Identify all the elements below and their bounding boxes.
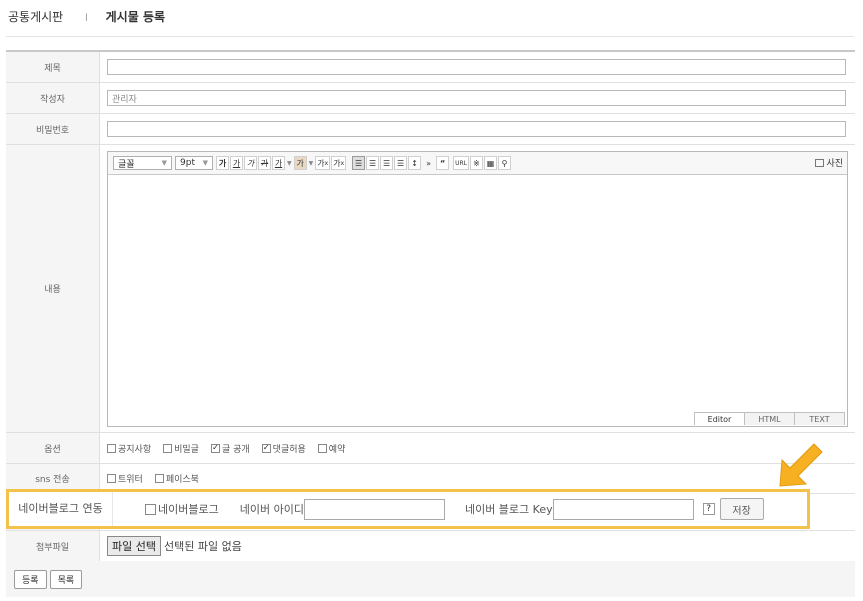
font-family-select[interactable]: 글꼴 ▼ [113, 156, 172, 170]
font-size-value: 9pt [180, 158, 195, 168]
options-row: 옵션 공지사항 비밀글 ✓ 글 공개 ✓ 댓글허용 예약 [6, 433, 855, 464]
chevron-down-icon[interactable]: ▼ [286, 156, 293, 170]
align-right-icon[interactable]: ☰ [380, 156, 394, 170]
breadcrumb-section[interactable]: 공통게시판 [8, 10, 63, 24]
author-label: 작성자 [6, 83, 100, 113]
checkbox-checked[interactable]: ✓ [210, 443, 220, 453]
checkbox[interactable] [107, 474, 116, 483]
pointer-arrow-icon [779, 443, 823, 487]
attachment-label: 첨부파일 [6, 531, 100, 561]
submit-button[interactable]: 등록 [14, 569, 47, 589]
option-secret[interactable]: 비밀글 [163, 442, 199, 455]
bold-button[interactable]: 가 [216, 156, 229, 170]
quote-icon[interactable]: “ [436, 156, 450, 170]
search-icon[interactable]: ⚲ [498, 156, 512, 170]
post-form: 제목 작성자 비밀번호 내용 글꼴 ▼ 9pt ▼ 가 가 가 가 가 ▼ 가 [6, 50, 855, 562]
sns-facebook[interactable]: 페이스북 [154, 472, 199, 485]
title-input[interactable] [107, 59, 846, 75]
rich-text-editor: 글꼴▼ 9pt▼ 가 가 가 가 가 ▼ 가 ▼ 가x 가x ☰ ☰ ☰ ☰ [107, 151, 848, 427]
naver-blog-label: 네이버블로그 연동 [9, 492, 113, 526]
checkbox[interactable] [163, 443, 173, 453]
attachment-row: 첨부파일 파일 선택 선택된 파일 없음 [6, 531, 855, 562]
table-icon[interactable]: ▦ [484, 156, 498, 170]
option-comments[interactable]: ✓ 댓글허용 [261, 442, 306, 455]
options-label: 옵션 [6, 433, 100, 463]
italic-button[interactable]: 가 [244, 156, 257, 170]
option-public[interactable]: ✓ 글 공개 [210, 442, 250, 455]
action-bar: 등록 목록 [6, 561, 855, 597]
more-options-icon[interactable]: » [422, 156, 435, 170]
option-notice[interactable]: 공지사항 [107, 442, 151, 455]
option-label: 글 공개 [221, 444, 250, 455]
tab-text[interactable]: TEXT [794, 412, 845, 425]
checkbox[interactable] [154, 474, 164, 483]
align-justify-icon[interactable]: ☰ [394, 156, 408, 170]
option-schedule[interactable]: 예약 [317, 442, 346, 455]
password-input[interactable] [107, 121, 846, 137]
font-family-value: 글꼴 [118, 159, 135, 170]
font-size-select[interactable]: 9pt ▼ [175, 156, 213, 170]
naver-key-label: 네이버 블로그 Key [464, 503, 553, 516]
save-button[interactable]: 저장 [719, 498, 764, 520]
subscript-mark: x [340, 159, 345, 167]
superscript-button[interactable]: 가x [315, 156, 331, 170]
underline-button[interactable]: 가 [230, 156, 243, 170]
breadcrumb-separator: l [85, 13, 88, 24]
strikethrough-button[interactable]: 가 [258, 156, 271, 170]
line-height-icon[interactable]: ↕ [408, 156, 422, 170]
author-row: 작성자 [6, 83, 855, 114]
align-center-icon[interactable]: ☰ [366, 156, 380, 170]
content-row: 내용 글꼴 ▼ 9pt ▼ 가 가 가 가 가 ▼ 가 ▼ 가x 가x ☰ ☰ … [6, 145, 855, 433]
password-row: 비밀번호 [6, 114, 855, 145]
option-label: 비밀글 [174, 444, 199, 455]
naver-id-input[interactable] [303, 498, 445, 520]
link-icon[interactable]: URL [453, 156, 470, 170]
title-row: 제목 [6, 52, 855, 83]
subscript-button[interactable]: 가x [331, 156, 347, 170]
sns-option-label: 페이스북 [165, 475, 199, 485]
editor-toolbar: 글꼴▼ 9pt▼ 가 가 가 가 가 ▼ 가 ▼ 가x 가x ☰ ☰ ☰ ☰ [108, 152, 847, 175]
naver-key-input[interactable] [552, 498, 694, 520]
photo-label: 사진 [826, 159, 843, 169]
insert-photo-button[interactable]: 사진 [815, 156, 843, 169]
naver-id-label: 네이버 아이디 [239, 503, 304, 516]
highlight-color-button[interactable]: 가 [293, 156, 307, 170]
title-label: 제목 [6, 52, 100, 82]
file-select-button[interactable]: 파일 선택 [107, 536, 161, 556]
help-icon[interactable]: ? [702, 503, 715, 515]
special-character-icon[interactable]: ※ [470, 156, 484, 170]
breadcrumb: 공통게시판 l 게시물 등록 [8, 8, 165, 25]
sns-option-label: 트위터 [118, 475, 143, 485]
superscript-mark: x [324, 159, 329, 167]
align-left-icon[interactable]: ☰ [352, 156, 366, 170]
naver-blog-checkbox[interactable]: 네이버블로그 [145, 501, 219, 517]
tab-editor[interactable]: Editor [694, 412, 745, 425]
checkbox[interactable] [145, 503, 156, 515]
file-status: 선택된 파일 없음 [163, 540, 242, 553]
font-color-button[interactable]: 가 [272, 156, 285, 170]
naver-blog-highlight: 네이버블로그 연동 네이버블로그 네이버 아이디 네이버 블로그 Key ? 저… [6, 489, 810, 529]
chevron-down-icon[interactable]: ▼ [308, 156, 315, 170]
superscript-glyph: 가 [317, 158, 325, 168]
option-label: 공지사항 [118, 444, 152, 455]
photo-icon [815, 158, 825, 167]
tab-html[interactable]: HTML [744, 412, 795, 425]
chevron-down-icon: ▼ [161, 159, 167, 167]
breadcrumb-current: 게시물 등록 [105, 10, 166, 24]
author-input[interactable] [107, 90, 846, 106]
password-label: 비밀번호 [6, 114, 100, 144]
subscript-glyph: 가 [333, 158, 341, 168]
option-label: 댓글허용 [272, 444, 306, 455]
option-label: 예약 [328, 444, 346, 455]
chevron-down-icon: ▼ [202, 159, 208, 167]
editor-mode-tabs: Editor HTML TEXT [694, 412, 845, 425]
content-label: 내용 [6, 145, 100, 432]
list-button[interactable]: 목록 [49, 569, 83, 589]
checkbox-checked[interactable]: ✓ [261, 443, 271, 453]
header-divider [6, 36, 854, 37]
naver-blog-checkbox-label: 네이버블로그 [158, 503, 219, 516]
checkbox[interactable] [317, 443, 327, 453]
sns-twitter[interactable]: 트위터 [107, 472, 143, 485]
checkbox[interactable] [107, 443, 116, 453]
